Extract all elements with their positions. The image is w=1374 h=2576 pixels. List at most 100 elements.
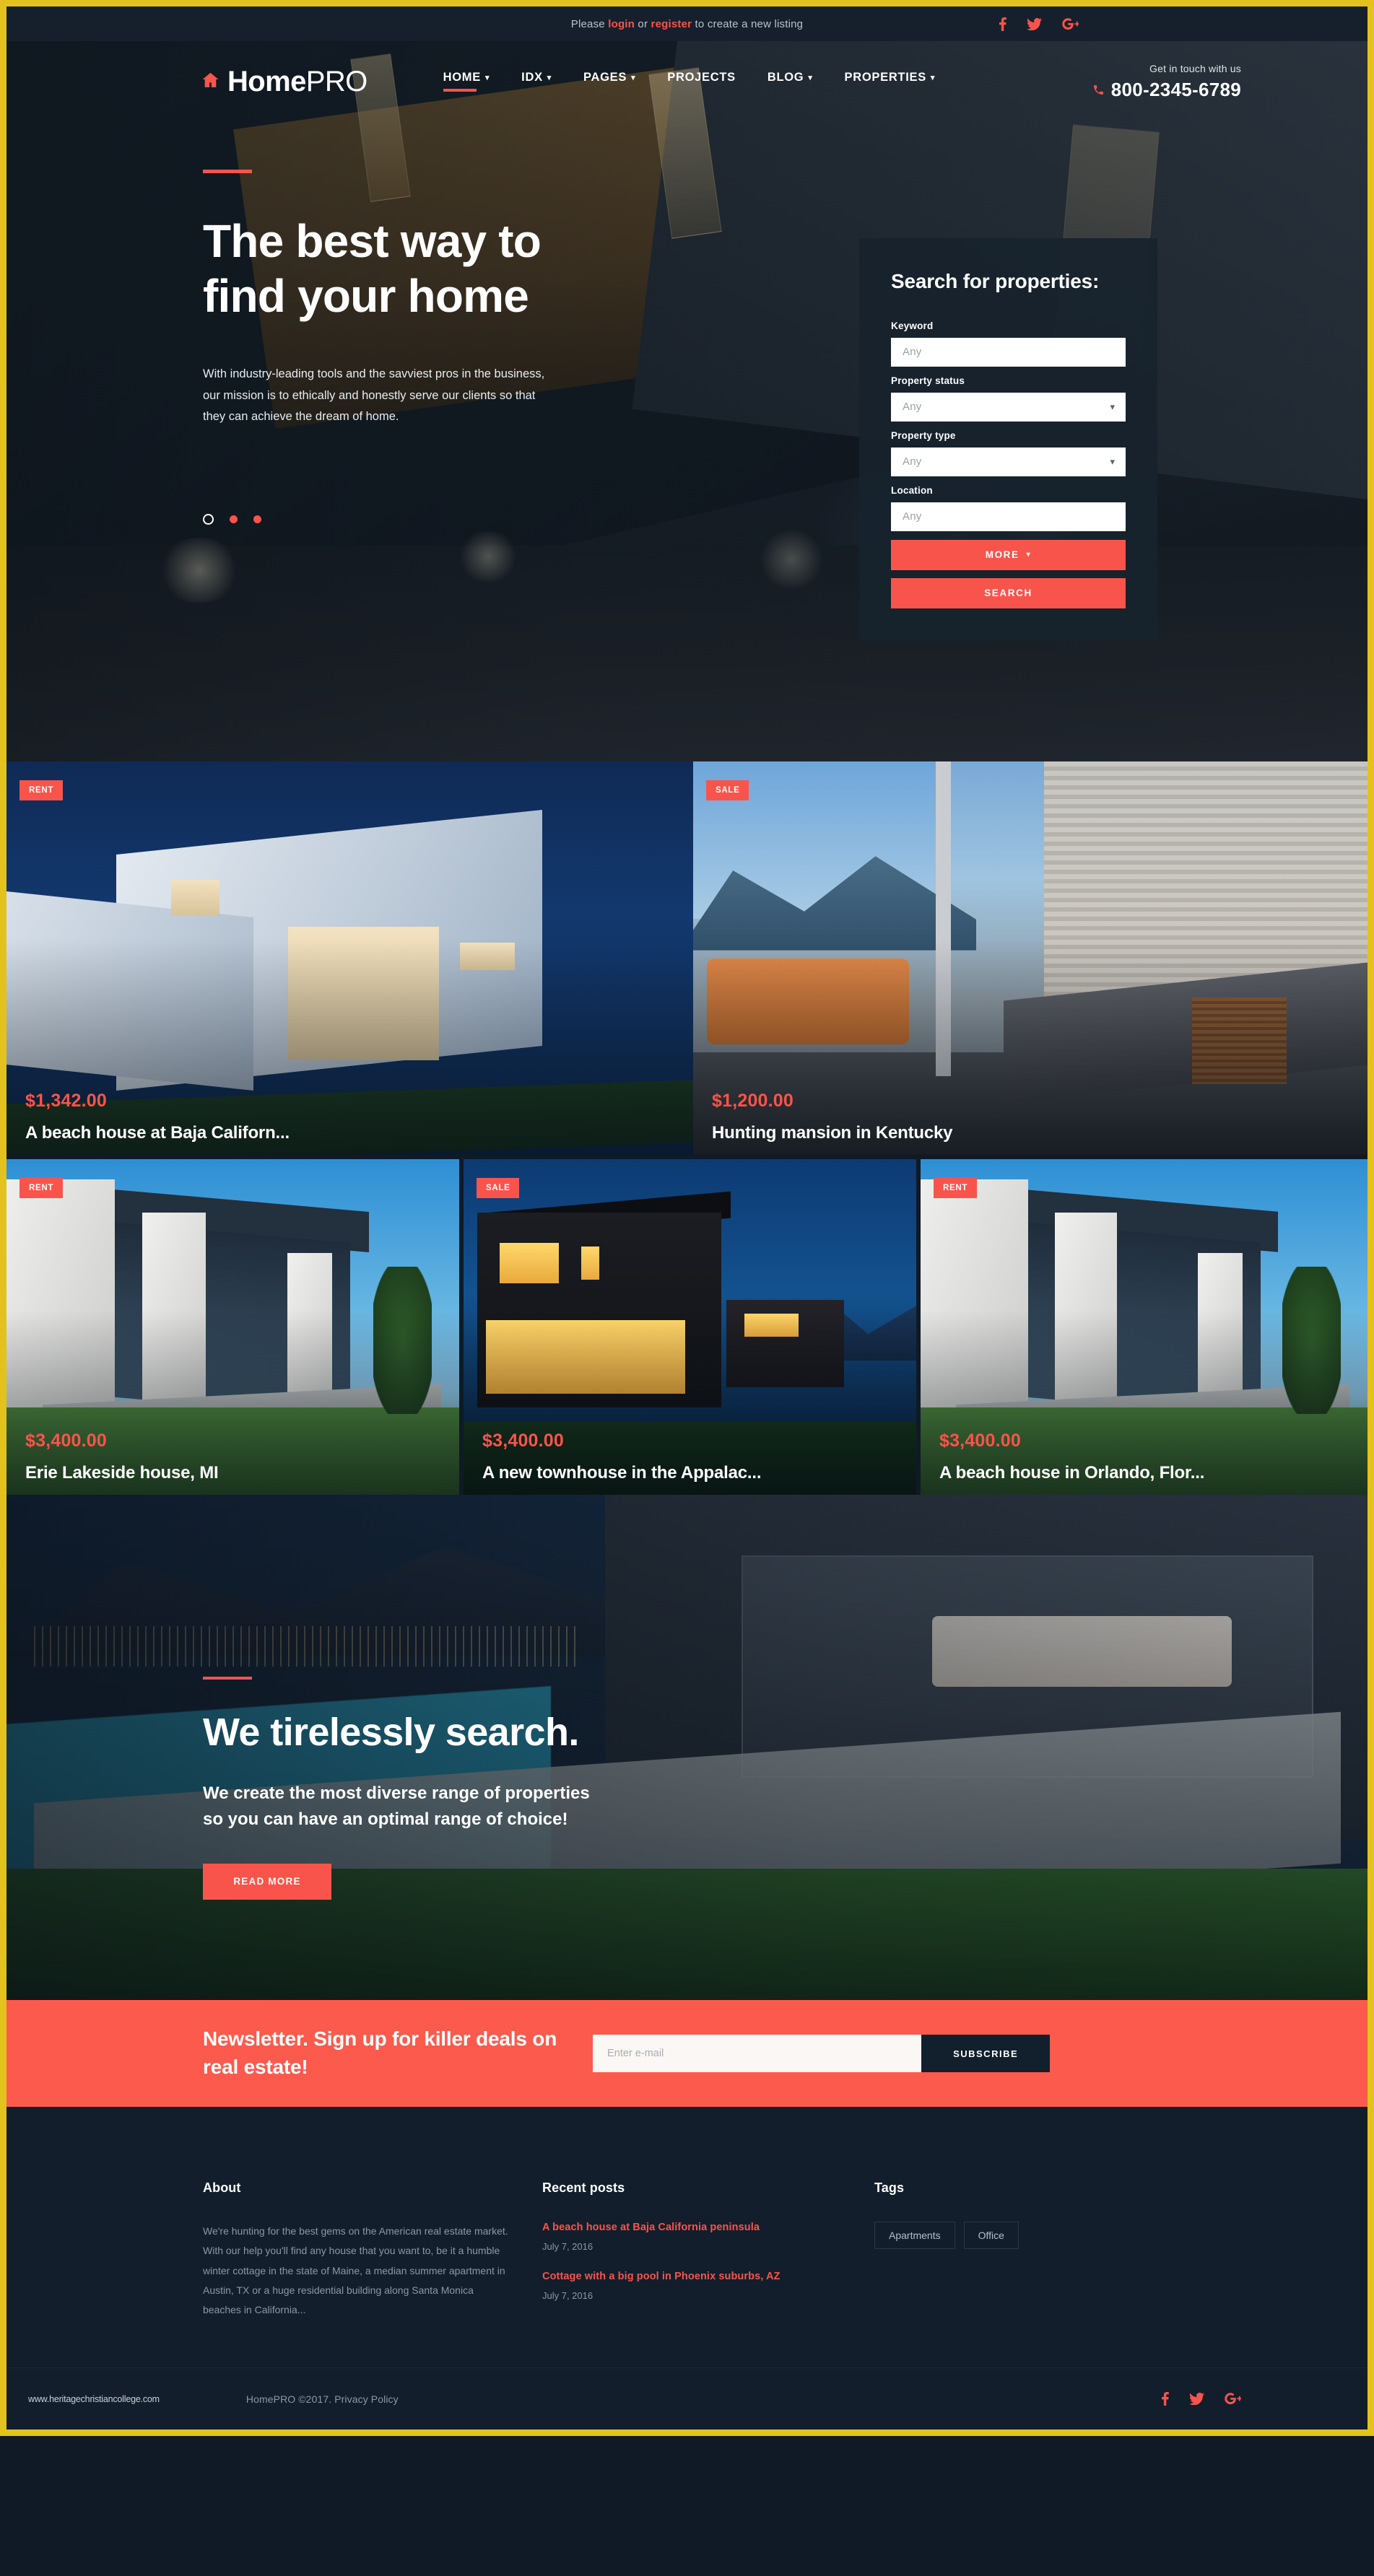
hero-section: HomePRO HOME ▾ IDX ▾ PAGES ▾ PROJECTS BL… <box>6 41 1368 761</box>
property-type-select[interactable]: Any ▾ <box>891 447 1126 476</box>
about-text: We're hunting for the best gems on the A… <box>203 2225 508 2316</box>
footer-bottom-bar: www.heritagechristiancollege.com HomePRO… <box>6 2367 1368 2429</box>
nav-item-home[interactable]: HOME ▾ <box>443 71 490 93</box>
location-input[interactable]: Any <box>891 502 1126 531</box>
read-more-label: READ MORE <box>233 1876 301 1887</box>
read-more-button[interactable]: READ MORE <box>203 1863 331 1900</box>
cta-heading: We tirelessly search. <box>203 1711 579 1754</box>
footer: About We're hunting for the best gems on… <box>6 2107 1368 2430</box>
footer-about-column: About We're hunting for the best gems on… <box>203 2180 513 2320</box>
about-heading: About <box>203 2180 241 2195</box>
logo-text: HomePRO <box>227 66 368 98</box>
recent-post-item[interactable]: A beach house at Baja California peninsu… <box>542 2222 874 2252</box>
subscribe-button[interactable]: SUBSCRIBE <box>921 2035 1051 2072</box>
status-badge: RENT <box>933 1178 978 1198</box>
nav-item-idx[interactable]: IDX ▾ <box>521 71 552 93</box>
hero-title-line2: find your home <box>203 270 529 323</box>
google-plus-icon[interactable] <box>1225 2393 1241 2405</box>
search-panel-heading: Search for properties: <box>891 270 1100 292</box>
home-icon <box>201 71 219 92</box>
hero-content: The best way to find your home With indu… <box>6 122 1368 525</box>
google-plus-icon[interactable] <box>1062 17 1079 30</box>
page-root: Please login or register to create a new… <box>0 0 1374 2437</box>
nav-item-pages-label: PAGES <box>583 70 627 84</box>
listings-row-1: RENT $1,342.00 A beach house at Baja Cal… <box>6 761 1368 1155</box>
phone-link[interactable]: 800-2345-6789 <box>1092 79 1241 101</box>
announcement-mid: or <box>635 17 651 30</box>
status-badge: SALE <box>476 1178 520 1198</box>
listings-row-2: RENT $3,400.00 Erie Lakeside house, MI S… <box>6 1159 1368 1495</box>
topbar-social-links <box>999 6 1079 41</box>
announcement-text: Please login or register to create a new… <box>571 18 803 30</box>
tag-apartments[interactable]: Apartments <box>874 2222 955 2249</box>
search-field-keyword: Keyword Any <box>891 320 1126 367</box>
property-title: Erie Lakeside house, MI <box>25 1463 219 1483</box>
carousel-dots <box>203 514 651 525</box>
property-price: $3,400.00 <box>482 1431 565 1451</box>
carousel-dot-1[interactable] <box>203 514 214 525</box>
contact-label: Get in touch with us <box>1149 62 1241 74</box>
cta-section: We tirelessly search. We create the most… <box>6 1495 1368 2000</box>
property-title: A beach house at Baja Californ... <box>25 1123 290 1143</box>
property-card-appalachia[interactable]: SALE $3,400.00 A new townhouse in the Ap… <box>463 1159 916 1495</box>
subscribe-label: SUBSCRIBE <box>953 2048 1019 2059</box>
cta-paragraph: We create the most diverse range of prop… <box>203 1781 766 1833</box>
nav-item-properties-label: PROPERTIES <box>844 70 926 84</box>
location-label: Location <box>891 484 933 496</box>
property-card-kentucky[interactable]: SALE $1,200.00 Hunting mansion in Kentuc… <box>693 761 1368 1155</box>
chevron-down-icon: ▾ <box>631 73 636 82</box>
recent-post-date: July 7, 2016 <box>542 2290 593 2301</box>
logo-text-light: PRO <box>305 65 368 97</box>
property-card-baja[interactable]: RENT $1,342.00 A beach house at Baja Cal… <box>6 761 693 1155</box>
search-button[interactable]: SEARCH <box>891 577 1126 608</box>
facebook-icon[interactable] <box>999 17 1006 31</box>
hero-accent-rule <box>203 170 252 173</box>
status-badge: RENT <box>19 780 64 800</box>
cta-paragraph-line1: We create the most diverse range of prop… <box>203 1783 590 1803</box>
nav-item-projects-label: PROJECTS <box>667 70 736 84</box>
property-title: Hunting mansion in Kentucky <box>712 1123 953 1143</box>
search-field-property-type: Property type Any ▾ <box>891 430 1126 476</box>
chevron-down-icon: ▾ <box>1110 401 1115 412</box>
phone-icon <box>1092 84 1105 96</box>
recent-post-item[interactable]: Cottage with a big pool in Phoenix subur… <box>542 2271 874 2301</box>
property-card-orlando[interactable]: RENT $3,400.00 A beach house in Orlando,… <box>920 1159 1368 1495</box>
facebook-icon[interactable] <box>1161 2392 1169 2406</box>
register-link[interactable]: register <box>651 18 692 30</box>
chevron-down-icon: ▾ <box>484 73 490 82</box>
keyword-input[interactable]: Any <box>891 337 1126 367</box>
logo[interactable]: HomePRO <box>201 66 368 98</box>
nav-item-projects[interactable]: PROJECTS <box>667 71 736 93</box>
chevron-down-icon: ▾ <box>1026 551 1032 559</box>
carousel-dot-3[interactable] <box>253 515 261 524</box>
carousel-dot-2[interactable] <box>230 515 238 524</box>
keyword-label: Keyword <box>891 320 934 331</box>
phone-number: 800-2345-6789 <box>1110 78 1241 100</box>
twitter-icon[interactable] <box>1189 2393 1204 2406</box>
login-link[interactable]: login <box>608 18 635 30</box>
watermark-text: www.heritagechristiancollege.com <box>28 2393 160 2404</box>
property-card-erie[interactable]: RENT $3,400.00 Erie Lakeside house, MI <box>6 1159 459 1495</box>
nav-item-properties[interactable]: PROPERTIES ▾ <box>845 71 936 93</box>
property-status-label: Property status <box>891 375 965 386</box>
recent-post-title: A beach house at Baja California peninsu… <box>542 2222 760 2233</box>
newsletter-heading: Newsletter. Sign up for killer deals on … <box>203 2025 557 2081</box>
nav-item-pages[interactable]: PAGES ▾ <box>583 71 635 93</box>
property-status-select[interactable]: Any ▾ <box>891 392 1126 422</box>
newsletter-form: SUBSCRIBE <box>593 2035 1051 2072</box>
property-title: A new townhouse in the Appalac... <box>482 1463 762 1483</box>
email-input[interactable] <box>593 2035 922 2072</box>
more-options-button[interactable]: MORE ▾ <box>891 539 1126 570</box>
twitter-icon[interactable] <box>1027 17 1042 30</box>
cta-paragraph-line2: so you can have an optimal range of choi… <box>203 1809 568 1830</box>
newsletter-section: Newsletter. Sign up for killer deals on … <box>6 2000 1368 2107</box>
tag-office[interactable]: Office <box>963 2222 1019 2249</box>
nav-item-blog[interactable]: BLOG ▾ <box>768 71 813 93</box>
search-button-label: SEARCH <box>984 588 1032 599</box>
nav-item-blog-label: BLOG <box>767 70 804 84</box>
cta-accent-rule <box>203 1677 252 1680</box>
newsletter-heading-line1: Newsletter. Sign up for killer deals on <box>203 2027 557 2051</box>
more-options-label: MORE <box>985 549 1019 561</box>
announcement-prefix: Please <box>570 17 609 30</box>
location-value: Any <box>903 510 922 523</box>
